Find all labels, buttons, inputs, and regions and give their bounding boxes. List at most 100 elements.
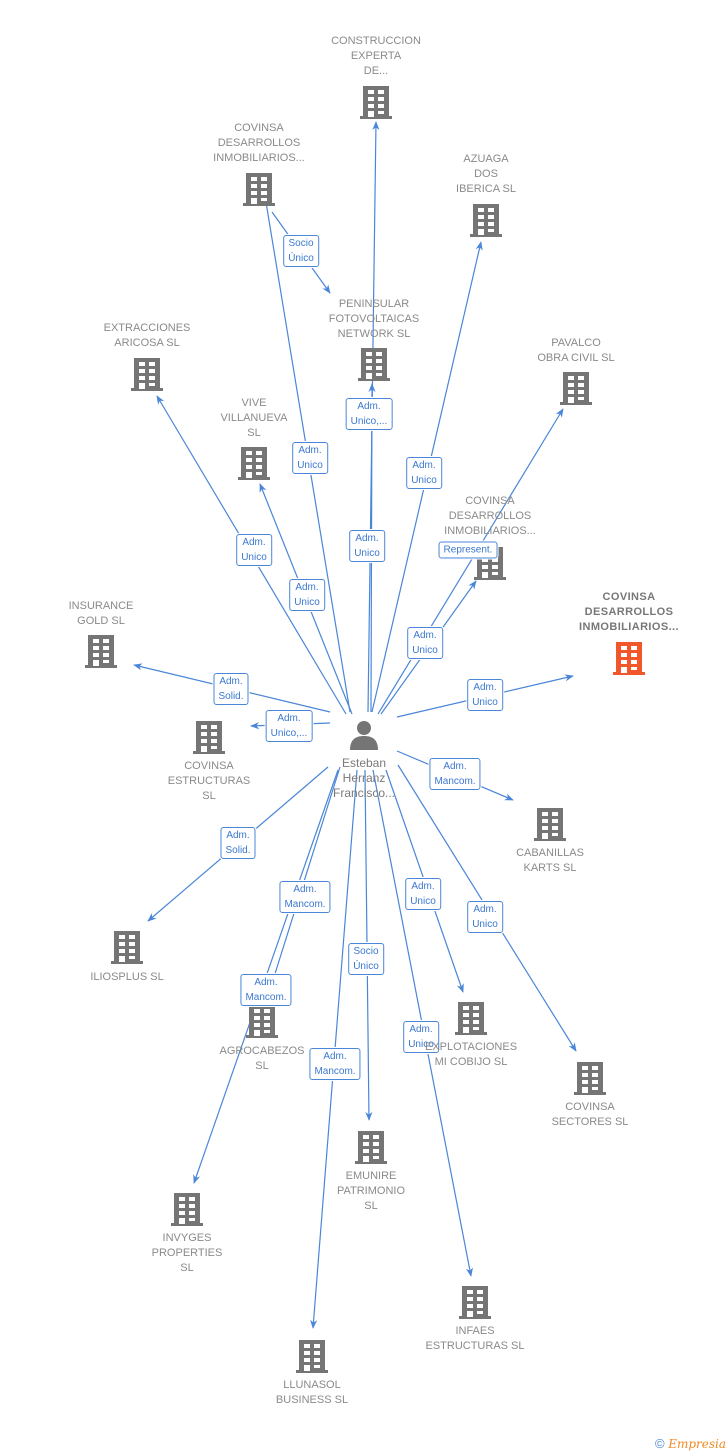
- company-name-label[interactable]: COVINSA SECTORES SL: [552, 1100, 629, 1130]
- company-name-label[interactable]: INSURANCE GOLD SL: [69, 599, 134, 629]
- label-line: ARICOSA SL: [114, 337, 180, 349]
- label-line: PENINSULAR: [338, 298, 410, 310]
- label-line: COVINSA: [465, 495, 515, 507]
- edge-label-construccion[interactable]: Adm. Unico: [349, 530, 385, 562]
- label-line: DE...: [363, 65, 389, 77]
- company-name-label[interactable]: AZUAGA DOS IBERICA SL: [456, 152, 516, 197]
- building-icon[interactable]: [355, 1131, 387, 1164]
- edge-label-covinsa_des_top[interactable]: Adm. Unico: [292, 442, 328, 474]
- brand-logo[interactable]: Empresia: [668, 1437, 726, 1451]
- label-line: SL: [247, 427, 261, 439]
- edge-label-llunasol[interactable]: Adm. Mancom.: [309, 1048, 361, 1080]
- building-icon[interactable]: [470, 204, 502, 237]
- company-name-label[interactable]: PAVALCO OBRA CIVIL SL: [537, 336, 614, 366]
- person-icon[interactable]: [350, 721, 378, 750]
- edge-label-line: Adm.: [443, 761, 467, 772]
- edge-label-pavalco[interactable]: Represent.: [438, 541, 498, 559]
- edge-label-cabanillas[interactable]: Adm. Mancom.: [429, 758, 481, 790]
- edge-label-vive[interactable]: Adm. Unico: [289, 579, 325, 611]
- edge-label-covinsa_des_focus[interactable]: Adm. Unico: [467, 679, 503, 711]
- company-name-label[interactable]: COVINSA DESARROLLOS INMOBILIARIOS...: [444, 494, 536, 539]
- edge-label-explotaciones[interactable]: Adm. Unico: [405, 878, 441, 910]
- company-name-label[interactable]: CONSTRUCCION EXPERTA DE...: [331, 34, 421, 79]
- edge-label-agrocabezos[interactable]: Adm. Mancom.: [279, 881, 331, 913]
- building-icon[interactable]: [131, 358, 163, 391]
- building-icon[interactable]: [459, 1286, 491, 1319]
- company-name-label[interactable]: COVINSA DESARROLLOS INMOBILIARIOS...: [213, 121, 305, 166]
- company-name-label[interactable]: EXTRACCIONES ARICOSA SL: [104, 321, 191, 351]
- label-line: Herranz: [342, 771, 386, 785]
- company-name-label[interactable]: ILIOSPLUS SL: [90, 970, 163, 985]
- edge-label-insurance[interactable]: Adm. Solid.: [213, 673, 249, 705]
- edge-label-covinsa_des_mid[interactable]: Adm. Unico: [407, 627, 443, 659]
- company-name-label[interactable]: LLUNASOL BUSINESS SL: [276, 1378, 348, 1408]
- label-line: ESTRUCTURAS SL: [425, 1340, 525, 1352]
- edge-label-peninsular[interactable]: Socio Único: [283, 235, 319, 267]
- building-icon[interactable]: [534, 808, 566, 841]
- label-line: AGROCABEZOS: [219, 1045, 305, 1057]
- building-icon[interactable]: [560, 372, 592, 405]
- label-line: DOS: [474, 168, 498, 180]
- company-name-label[interactable]: COVINSA DESARROLLOS INMOBILIARIOS...: [579, 590, 679, 635]
- edge-label-line: Unico: [472, 919, 498, 930]
- label-line: COVINSA: [602, 591, 656, 603]
- edge-label-covinsa_estr[interactable]: Adm. Unico,...: [265, 710, 313, 742]
- edge-label-line: Solid.: [218, 691, 244, 702]
- edge-label-invyges[interactable]: Adm. Mancom.: [240, 974, 292, 1006]
- building-icon[interactable]: [455, 1002, 487, 1035]
- focus-building-icon[interactable]: [613, 642, 645, 675]
- company-name-label[interactable]: EXPLOTACIONES MI COBIJO SL: [425, 1040, 517, 1070]
- edge-label-iliosplus[interactable]: Adm. Solid.: [220, 827, 256, 859]
- label-line: EXPERTA: [350, 50, 402, 62]
- building-icon[interactable]: [360, 86, 392, 119]
- building-icon[interactable]: [85, 635, 117, 668]
- building-icon[interactable]: [111, 931, 143, 964]
- edge-label-line: Adm.: [242, 537, 266, 548]
- edge-label-line: Unico: [472, 697, 498, 708]
- building-icon[interactable]: [243, 173, 275, 206]
- edge-label-line: Unico,...: [350, 416, 388, 427]
- building-icon[interactable]: [246, 1005, 278, 1038]
- label-line: PROPERTIES: [151, 1247, 223, 1259]
- edge-label-line: Único: [353, 961, 379, 972]
- label-line: DESARROLLOS: [584, 606, 674, 618]
- label-line: INMOBILIARIOS...: [444, 525, 536, 537]
- building-icon[interactable]: [574, 1062, 606, 1095]
- edge-label-line: Mancom.: [245, 992, 287, 1003]
- building-icon[interactable]: [358, 348, 390, 381]
- company-name-label[interactable]: INFAES ESTRUCTURAS SL: [425, 1324, 524, 1354]
- edge-label-line: Adm.: [473, 904, 497, 915]
- label-line: Francisco...: [332, 786, 396, 800]
- edge-label-line: Unico: [241, 552, 267, 563]
- label-line: ESTRUCTURAS: [167, 775, 251, 787]
- building-icon[interactable]: [296, 1340, 328, 1373]
- company-name-label[interactable]: INVYGES PROPERTIES SL: [152, 1231, 223, 1276]
- person-name-label[interactable]: Esteban Herranz Francisco...: [333, 756, 395, 801]
- company-name-label[interactable]: CABANILLAS KARTS SL: [516, 846, 584, 876]
- company-name-label[interactable]: VIVE VILLANUEVA SL: [220, 396, 287, 441]
- building-icon[interactable]: [171, 1193, 203, 1226]
- building-icon[interactable]: [238, 447, 270, 480]
- edge-label-line: Represent.: [443, 544, 493, 556]
- label-line: KARTS SL: [523, 862, 577, 874]
- edge-label-line: Adm.: [357, 401, 381, 412]
- label-line: VILLANUEVA: [220, 412, 288, 424]
- label-line: INSURANCE: [68, 600, 134, 612]
- company-name-label[interactable]: AGROCABEZOS SL: [220, 1044, 305, 1074]
- building-icon[interactable]: [193, 721, 225, 754]
- edge-label-peninsular[interactable]: Adm. Unico,...: [345, 398, 393, 430]
- company-name-label[interactable]: PENINSULAR FOTOVOLTAICAS NETWORK SL: [329, 297, 419, 342]
- label-line: COVINSA: [184, 760, 234, 772]
- edge-label-covinsa_sect[interactable]: Adm. Unico: [467, 901, 503, 933]
- label-line: DESARROLLOS: [217, 137, 301, 149]
- company-name-label[interactable]: COVINSA ESTRUCTURAS SL: [168, 759, 251, 804]
- company-name-label[interactable]: EMUNIRE PATRIMONIO SL: [337, 1169, 405, 1214]
- label-line: FOTOVOLTAICAS: [328, 313, 420, 325]
- label-line: SL: [364, 1200, 378, 1212]
- edge-label-extracciones[interactable]: Adm. Unico: [236, 534, 272, 566]
- edge-label-line: Adm.: [295, 582, 319, 593]
- edge-label-line: Adm.: [409, 1024, 433, 1035]
- edge-label-emunire[interactable]: Socio Único: [348, 943, 384, 975]
- relationship-graph: [85, 86, 645, 1373]
- edge-label-azuaga[interactable]: Adm. Unico: [406, 457, 442, 489]
